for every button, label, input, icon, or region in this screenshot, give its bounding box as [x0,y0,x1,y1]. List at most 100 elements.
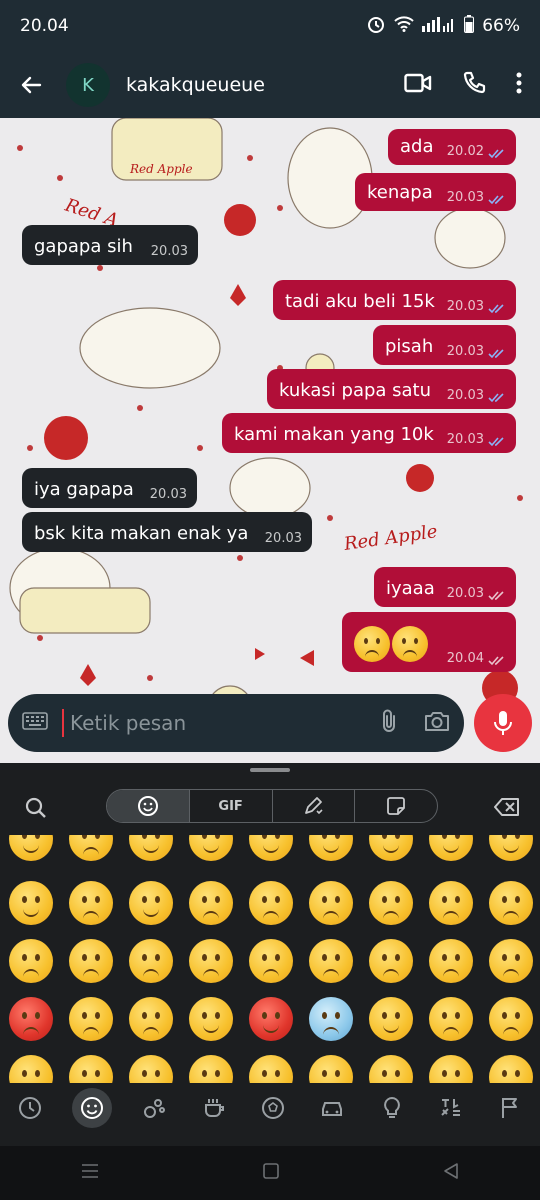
flags-icon[interactable] [493,1091,527,1125]
message-bubble[interactable]: pisah 20.03 [373,325,516,365]
message-bubble[interactable]: bsk kita makan enak ya 20.03 [22,512,312,552]
emoji-raised-eyebrow-icon[interactable] [69,835,113,861]
tab-gif[interactable]: GIF [190,790,273,822]
emoji-pleading-icon[interactable] [249,939,293,983]
emoji-anxious-sweat-icon[interactable] [9,1055,53,1083]
symbols-icon[interactable] [434,1091,468,1125]
message-bubble[interactable]: 20.04 [342,612,516,672]
smileys-icon[interactable] [71,1088,112,1128]
emoji-confounded-icon[interactable] [69,939,113,983]
emoji-disguise-icon[interactable] [309,835,353,861]
video-call-button[interactable] [404,72,432,98]
message-bubble[interactable]: kami makan yang 10k 20.03 [222,413,516,453]
emoji-tongue-icon[interactable] [9,835,53,861]
recent-icon[interactable] [13,1091,47,1125]
chat-area[interactable]: Red Apple Red A Red Apple ada 20.02 kena… [0,118,540,763]
emoji-tired-icon[interactable] [129,939,173,983]
travel-icon[interactable] [315,1091,349,1125]
animals-icon[interactable] [137,1091,171,1125]
emoji-hot-face-icon[interactable] [249,997,293,1041]
emoji-search-button[interactable] [24,796,48,824]
emoji-crying-icon[interactable] [309,939,353,983]
keyboard-icon[interactable] [22,712,48,734]
emoji-sobbing-icon[interactable] [369,939,413,983]
emoji-thinking-icon[interactable] [249,1055,293,1083]
tab-emoji[interactable] [107,790,190,822]
message-text: iyaaa [386,578,435,599]
message-text: bsk kita makan enak ya [34,523,249,544]
emoji-angry-icon[interactable] [489,939,533,983]
emoji-relieved-icon[interactable] [129,881,173,925]
emoji-cold-face-icon[interactable] [309,997,353,1041]
emoji-frowning-icon[interactable] [489,881,533,925]
emoji-peeking-icon[interactable] [309,1055,353,1083]
emoji-pensive-icon[interactable] [249,881,293,925]
emoji-hugging-icon[interactable] [189,1055,233,1083]
phone-icon [463,71,486,94]
message-bubble[interactable]: kenapa 20.03 [355,173,516,211]
message-input[interactable] [68,710,380,736]
contact-name[interactable]: kakakqueueue [126,74,404,96]
emoji-smirk-icon[interactable] [489,835,533,861]
home-button[interactable] [262,1162,280,1184]
food-icon[interactable] [197,1091,231,1125]
message-bubble[interactable]: iyaaa 20.03 [374,567,516,607]
recent-apps-button[interactable] [81,1163,99,1183]
keyboard-drag-handle[interactable] [250,768,290,772]
emoji-fearful-icon[interactable] [489,997,533,1041]
voice-call-button[interactable] [462,71,486,99]
sticker-icon [387,797,406,815]
emoji-worried-icon[interactable] [309,881,353,925]
backspace-button[interactable] [494,797,520,821]
emoji-unamused-icon[interactable] [69,881,113,925]
system-back-button[interactable] [443,1162,459,1184]
emoji-disappointed-icon[interactable] [189,881,233,925]
emoji-hand-over-mouth-icon[interactable] [369,1055,413,1083]
search-icon [25,797,46,818]
voice-record-button[interactable] [474,694,532,752]
emoji-grid[interactable] [0,835,540,1083]
objects-icon[interactable] [375,1091,409,1125]
emoji-exploding-head-icon[interactable] [129,997,173,1041]
emoji-smirk-icon[interactable] [9,881,53,925]
emoji-open-eyes-hand-icon[interactable] [429,1055,473,1083]
emoji-sad-relieved-icon[interactable] [69,1055,113,1083]
menu-lines-icon [82,1164,99,1178]
emoji-star-struck-icon[interactable] [369,835,413,861]
emoji-cursing-icon[interactable] [69,997,113,1041]
emoji-weary-icon[interactable] [189,939,233,983]
message-bubble[interactable]: ada 20.02 [388,129,516,165]
emoji-saluting-icon[interactable] [489,1055,533,1083]
camera-button[interactable] [424,710,450,736]
message-bubble[interactable]: kukasi papa satu 20.03 [267,369,516,409]
avatar[interactable]: K [66,63,110,107]
sports-icon[interactable] [256,1091,290,1125]
message-composer [8,694,464,752]
signal-icon [422,16,456,37]
emoji-flushed-icon[interactable] [189,997,233,1041]
square-icon [263,1163,279,1179]
emoji-nerd-icon[interactable] [189,835,233,861]
message-bubble[interactable]: gapapa sih 20.03 [22,225,198,265]
emoji-persevering-icon[interactable] [9,939,53,983]
emoji-sunglasses-icon[interactable] [249,835,293,861]
attach-button[interactable] [380,708,398,738]
emoji-party-icon[interactable] [429,835,473,861]
alarm-icon [366,14,386,39]
emoji-slightly-frowning-icon[interactable] [429,881,473,925]
smiley-icon [137,796,158,816]
emoji-monocle-icon[interactable] [129,835,173,861]
emoji-face-in-clouds-icon[interactable] [369,997,413,1041]
emoji-steam-nose-icon[interactable] [429,939,473,983]
emoji-pouting-icon[interactable] [9,997,53,1041]
text-cursor [62,709,64,737]
emoji-confused-icon[interactable] [369,881,413,925]
tab-create-sticker[interactable] [273,790,356,822]
tab-stickers[interactable] [355,790,437,822]
emoji-screaming-icon[interactable] [429,997,473,1041]
more-options-button[interactable] [516,71,522,99]
message-bubble[interactable]: tadi aku beli 15k 20.03 [273,280,516,320]
back-button[interactable] [14,68,48,102]
emoji-downcast-sweat-icon[interactable] [129,1055,173,1083]
message-bubble[interactable]: iya gapapa 20.03 [22,468,197,508]
